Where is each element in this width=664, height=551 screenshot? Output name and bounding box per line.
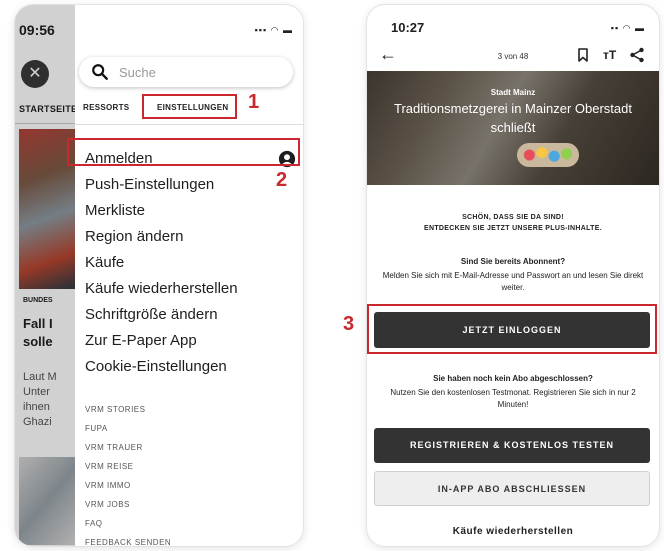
tabs-divider (75, 124, 303, 125)
link-vrm-stories[interactable]: VRM STORIES (85, 400, 299, 419)
article-title: Traditionsmetzgerei in Mainzer Oberstadt… (394, 101, 632, 135)
menu-item-kaeufe-wiederherstellen[interactable]: Käufe wiederherstellen (85, 276, 299, 302)
link-vrm-jobs[interactable]: VRM JOBS (85, 495, 299, 514)
menu-item-schriftgroesse[interactable]: Schriftgröße ändern (85, 302, 299, 328)
menu-item-merkliste[interactable]: Merkliste (85, 198, 299, 224)
search-icon (92, 64, 108, 80)
article-kicker: Stadt Mainz (490, 88, 536, 97)
background-app: 09:56 ✕ STARTSEITE BUNDES Fall I solle L… (15, 5, 77, 546)
status-time: 10:27 (391, 20, 425, 35)
background-dim-overlay (15, 5, 75, 546)
menu-item-region-aendern[interactable]: Region ändern (85, 224, 299, 250)
article-nav-bar: ← 3 von 48 тT (367, 41, 659, 71)
highlight-box-einstellungen-tab (142, 94, 237, 119)
link-vrm-immo[interactable]: VRM IMMO (85, 476, 299, 495)
step-number-3: 3 (343, 313, 355, 335)
bookmark-icon[interactable] (575, 47, 591, 63)
menu-item-push-einstellungen[interactable]: Push-Einstellungen (85, 172, 299, 198)
menu-item-kaeufe[interactable]: Käufe (85, 250, 299, 276)
link-vrm-trauer[interactable]: VRM TRAUER (85, 438, 299, 457)
text-size-icon[interactable]: тT (603, 47, 619, 63)
highlight-box-login-button (367, 304, 657, 354)
paywall-welcome-text: SCHÖN, DASS SIE DA SIND! ENTDECKEN SIE J… (424, 214, 602, 232)
highlight-box-anmelden (67, 138, 300, 166)
menu-item-epaper-app[interactable]: Zur E-Paper App (85, 328, 299, 354)
no-subscription-info-text: Nutzen Sie den kostenlosen Testmonat. Re… (390, 388, 636, 409)
link-faq[interactable]: FAQ (85, 514, 299, 533)
tab-ressorts[interactable]: RESSORTS (83, 103, 129, 112)
menu-item-cookie-einstellungen[interactable]: Cookie-Einstellungen (85, 354, 299, 380)
status-icons: ▪▪ ◠ ▬ (610, 23, 645, 33)
step-number-1: 1 (248, 91, 260, 113)
subscriber-info-text: Melden Sie sich mit E-Mail-Adresse und P… (382, 271, 644, 292)
link-vrm-reise[interactable]: VRM REISE (85, 457, 299, 476)
link-feedback-senden[interactable]: FEEDBACK SENDEN (85, 533, 299, 546)
no-subscription-question: Sie haben noch kein Abo abgeschlossen? (433, 374, 593, 383)
settings-menu-list: Anmelden Push-Einstellungen Merkliste Re… (85, 146, 299, 380)
hero-decoration (517, 143, 579, 167)
secondary-links-list: VRM STORIES FUPA VRM TRAUER VRM REISE VR… (85, 400, 299, 546)
search-input[interactable]: Suche (79, 57, 293, 87)
link-fupa[interactable]: FUPA (85, 419, 299, 438)
subscriber-question: Sind Sie bereits Abonnent? (460, 257, 566, 266)
share-icon[interactable] (629, 47, 645, 63)
restore-purchases-link[interactable]: Käufe wiederherstellen (367, 526, 659, 537)
step-number-2: 2 (276, 169, 288, 191)
left-phone-screen: 09:56 ✕ STARTSEITE BUNDES Fall I solle L… (15, 5, 303, 546)
search-placeholder: Suche (119, 65, 156, 80)
right-phone-screen: 10:27 ▪▪ ◠ ▬ ← 3 von 48 тT Stadt Mainz T… (367, 5, 659, 546)
in-app-subscription-button[interactable]: IN-APP ABO ABSCHLIESSEN (374, 471, 650, 506)
status-icons: ▪▪▪ ◠ ▬ (254, 25, 293, 35)
settings-menu-panel: ▪▪▪ ◠ ▬ Suche RESSORTS EINSTELLUNGEN Anm… (75, 5, 303, 546)
register-free-trial-button[interactable]: REGISTRIEREN & KOSTENLOS TESTEN (374, 428, 650, 463)
